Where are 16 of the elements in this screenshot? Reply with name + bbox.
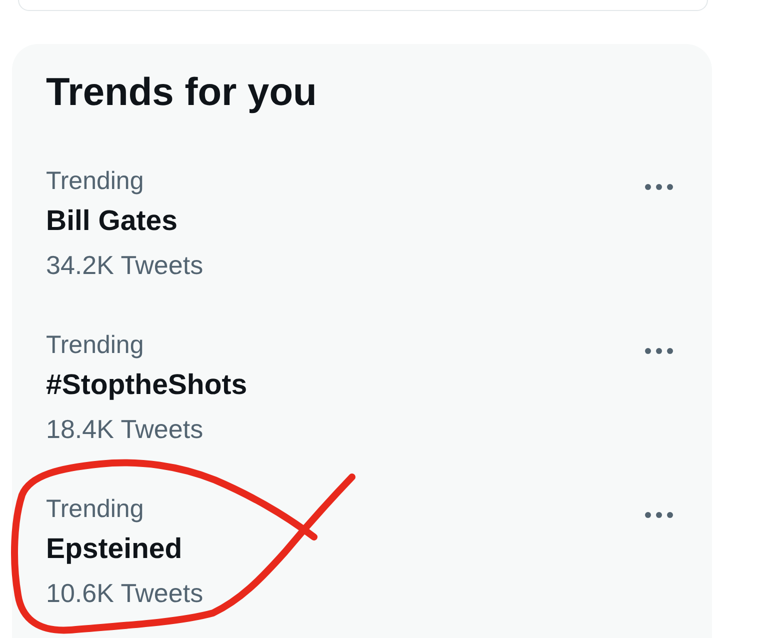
more-icon[interactable] (645, 512, 673, 518)
trend-context: Trending (46, 166, 144, 197)
more-icon[interactable] (645, 348, 673, 354)
trend-context: Trending (46, 494, 144, 525)
trend-item[interactable]: Trending Epsteined 10.6K Tweets (12, 469, 712, 633)
tweet-count: 18.4K Tweets (46, 413, 204, 446)
tweet-count: 10.6K Tweets (46, 577, 204, 610)
trend-name: Bill Gates (46, 204, 178, 239)
trend-context: Trending (46, 330, 144, 361)
trend-name: #StoptheShots (46, 368, 248, 403)
trend-item[interactable]: Trending #StoptheShots 18.4K Tweets (12, 305, 712, 469)
trend-item[interactable]: Trending Bill Gates 34.2K Tweets (12, 141, 712, 305)
trend-name: Epsteined (46, 532, 182, 567)
tweet-count: 34.2K Tweets (46, 249, 204, 282)
panel-title: Trends for you (46, 71, 317, 115)
more-icon[interactable] (645, 184, 673, 190)
